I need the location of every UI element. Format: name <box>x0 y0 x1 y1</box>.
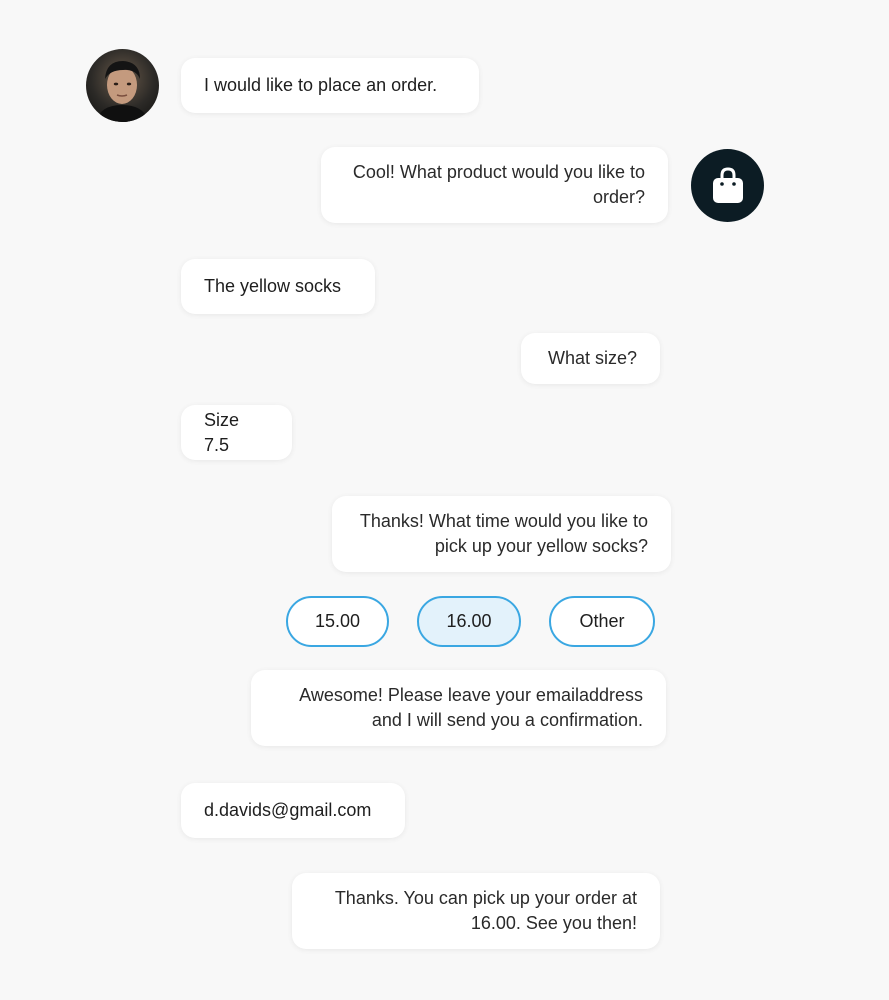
message-text: Awesome! Please leave your emailaddress … <box>299 685 643 730</box>
user-message: Size 7.5 <box>181 405 292 460</box>
time-option-button-selected[interactable]: 16.00 <box>417 596 521 647</box>
user-message: The yellow socks <box>181 259 375 314</box>
user-message: d.davids@gmail.com <box>181 783 405 838</box>
user-portrait-icon <box>96 61 149 122</box>
message-text: What size? <box>547 348 637 368</box>
bot-message: Thanks. You can pick up your order at 16… <box>292 873 660 949</box>
user-message: I would like to place an order. <box>181 58 479 113</box>
message-text: The yellow socks <box>204 276 342 296</box>
message-text: Thanks! What time would you like to pick… <box>359 511 648 556</box>
bot-message: What size? <box>521 333 660 384</box>
message-text: Size 7.5 <box>204 409 240 455</box>
bot-message: Awesome! Please leave your emailaddress … <box>251 670 666 746</box>
time-option-button-other[interactable]: Other <box>549 596 655 647</box>
bot-avatar <box>691 149 764 222</box>
chip-label: 16.00 <box>446 611 492 631</box>
time-option-button[interactable]: 15.00 <box>286 596 389 647</box>
message-text: Cool! What product would you like to ord… <box>352 162 645 207</box>
chip-label: Other <box>579 611 625 631</box>
message-text: Thanks. You can pick up your order at 16… <box>334 888 637 933</box>
bot-message: Thanks! What time would you like to pick… <box>332 496 671 572</box>
user-avatar <box>86 49 159 122</box>
message-text: d.davids@gmail.com <box>204 800 372 820</box>
chip-label: 15.00 <box>314 611 361 631</box>
message-text: I would like to place an order. <box>204 75 438 95</box>
bot-message: Cool! What product would you like to ord… <box>321 147 668 223</box>
shopping-bag-icon <box>712 166 743 203</box>
